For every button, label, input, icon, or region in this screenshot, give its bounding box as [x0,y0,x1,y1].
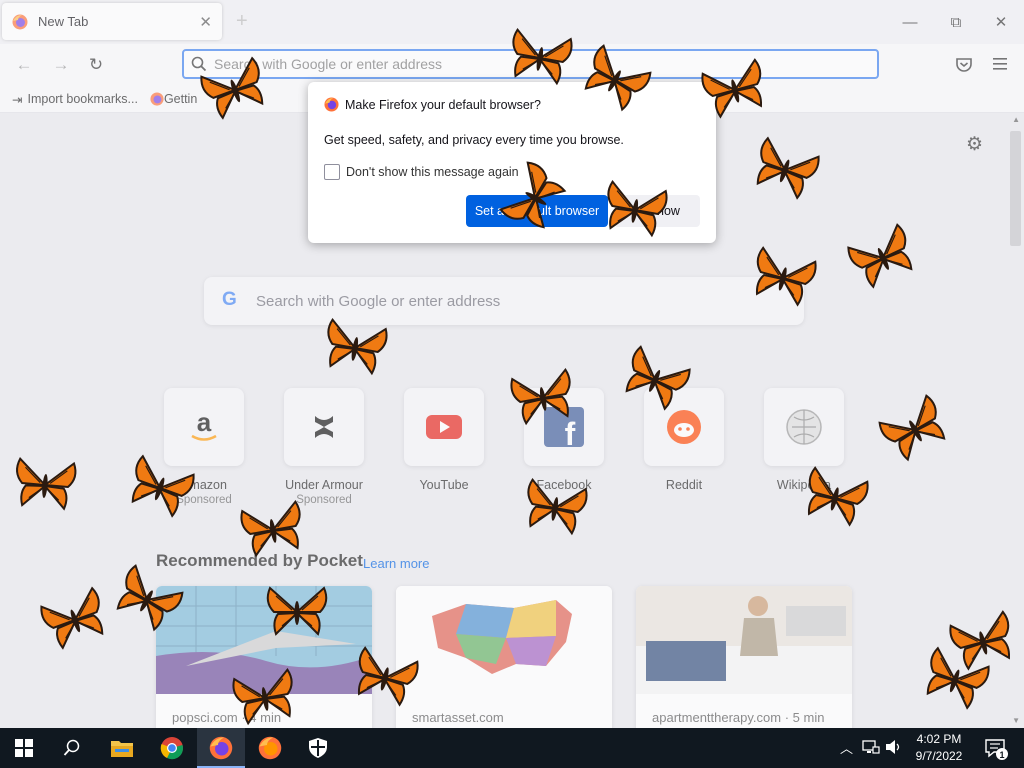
dialog-title-row: Make Firefox your default browser? [324,97,541,112]
firefox-second-button[interactable] [246,728,294,768]
butterfly-image [527,477,588,536]
start-button[interactable] [0,728,48,768]
firefox-icon [258,736,282,760]
firefox-icon [324,97,339,112]
search-icon [63,739,80,756]
taskbar-clock[interactable]: 4:02 PM 9/7/2022 [906,731,972,765]
clock-date: 9/7/2022 [915,749,963,763]
butterfly-image [266,586,328,636]
file-explorer-button[interactable] [98,728,146,768]
firefox-icon [209,736,233,760]
notification-count: 1 [999,750,1004,760]
shield-icon [309,738,327,758]
dont-show-checkbox[interactable]: Don't show this message again [324,164,519,180]
butterfly-image [512,27,573,86]
butterfly-image [232,667,293,726]
taskbar-search-button[interactable] [48,728,96,768]
butterfly-image [16,457,77,511]
checkbox-label: Don't show this message again [346,165,519,179]
firefox-taskbar-button[interactable] [197,728,245,768]
clock-time: 4:02 PM [916,732,962,746]
checkbox-box[interactable] [324,164,340,180]
notification-icon[interactable]: 1 [982,734,1010,762]
volume-icon[interactable] [885,739,903,755]
butterfly-image [240,499,301,558]
dialog-title: Make Firefox your default browser? [345,97,541,112]
folder-icon [111,741,133,757]
network-icon[interactable] [862,739,880,755]
butterfly-image [327,317,388,376]
chrome-icon [160,737,183,760]
security-button[interactable] [294,728,342,768]
windows-icon [15,739,33,757]
chevron-up-icon[interactable]: ︿ [840,738,853,757]
chrome-button[interactable] [148,728,196,768]
butterfly-image [607,179,668,238]
butterfly-image [510,367,571,426]
dialog-body: Get speed, safety, and privacy every tim… [324,133,624,147]
windows-taskbar: ︿ 4:02 PM 9/7/2022 1 [0,728,1024,768]
